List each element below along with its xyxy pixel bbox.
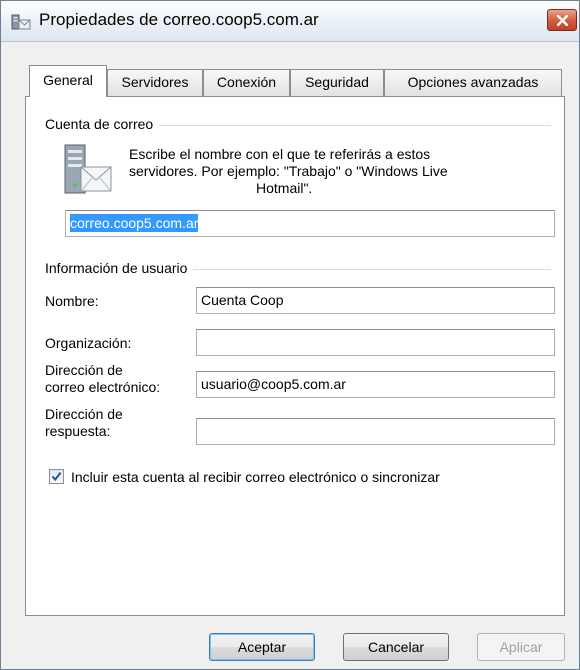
user-info-group-title: Información de usuario bbox=[45, 260, 194, 276]
account-name-value: correo.coop5.com.ar bbox=[70, 214, 199, 232]
close-icon bbox=[557, 15, 568, 26]
description-line-1: Escribe el nombre con el que te referirá… bbox=[129, 146, 431, 162]
checkmark-icon bbox=[51, 471, 62, 482]
ok-button[interactable]: Aceptar bbox=[209, 633, 315, 661]
email-label-line-1: Dirección de bbox=[45, 362, 123, 378]
description-line-3: Hotmail". bbox=[256, 180, 313, 196]
title-bar[interactable]: Propiedades de correo.coop5.com.ar bbox=[1, 1, 579, 42]
tab-opciones-avanzadas[interactable]: Opciones avanzadas bbox=[384, 69, 562, 96]
organization-label: Organización: bbox=[45, 335, 132, 351]
reply-label-line-2: respuesta: bbox=[45, 423, 111, 439]
description-line-2: servidores. Por ejemplo: "Trabajo" o "Wi… bbox=[129, 163, 448, 179]
tab-conexion[interactable]: Conexión bbox=[203, 69, 290, 96]
include-account-label[interactable]: Incluir esta cuenta al recibir correo el… bbox=[71, 469, 440, 485]
mail-account-group-title: Cuenta de correo bbox=[45, 116, 160, 132]
mail-account-icon bbox=[11, 13, 31, 31]
include-account-checkbox[interactable] bbox=[49, 469, 64, 484]
tab-servidores[interactable]: Servidores bbox=[107, 69, 203, 96]
reply-input[interactable] bbox=[196, 418, 555, 445]
cancel-button[interactable]: Cancelar bbox=[343, 633, 449, 661]
account-name-input[interactable]: correo.coop5.com.ar bbox=[65, 210, 555, 237]
reply-label-line-1: Dirección de bbox=[45, 406, 123, 422]
organization-input[interactable] bbox=[196, 329, 555, 356]
close-button[interactable] bbox=[547, 9, 577, 31]
apply-button[interactable]: Aplicar bbox=[477, 633, 565, 661]
tab-seguridad[interactable]: Seguridad bbox=[290, 69, 384, 96]
email-input[interactable]: usuario@coop5.com.ar bbox=[196, 371, 555, 398]
window-title: Propiedades de correo.coop5.com.ar bbox=[39, 10, 319, 29]
properties-dialog: Propiedades de correo.coop5.com.ar Gener… bbox=[0, 0, 580, 670]
email-label-line-2: correo electrónico: bbox=[45, 379, 161, 395]
tab-general[interactable]: General bbox=[29, 65, 107, 97]
name-label: Nombre: bbox=[45, 293, 99, 309]
mail-server-icon bbox=[63, 143, 113, 199]
name-input[interactable]: Cuenta Coop bbox=[196, 287, 555, 314]
